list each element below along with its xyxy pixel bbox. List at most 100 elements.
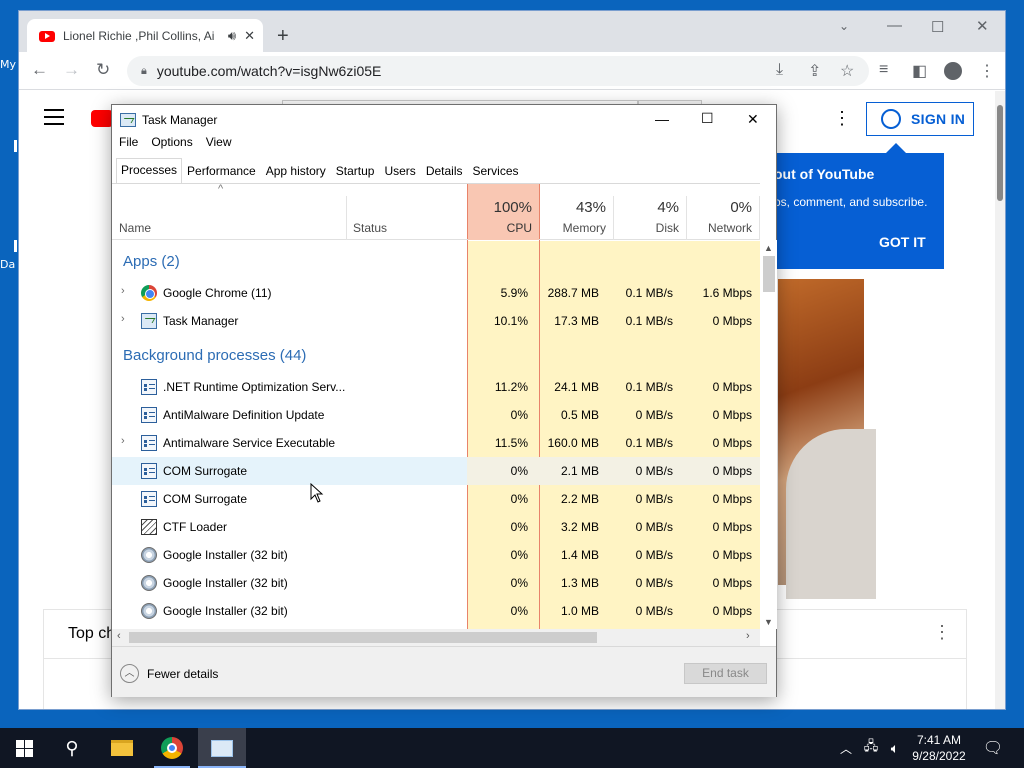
scroll-right-icon[interactable]: › xyxy=(746,630,750,642)
top-chat-label[interactable]: Top ch xyxy=(68,625,115,643)
maximize-icon[interactable]: ☐ xyxy=(931,18,944,36)
settings-more-icon[interactable]: ⋮ xyxy=(833,108,851,129)
scrollbar-thumb[interactable] xyxy=(129,632,597,643)
network-column-header[interactable]: 0% Network xyxy=(686,184,759,240)
tab-details[interactable]: Details xyxy=(421,158,468,183)
network-icon[interactable]: 🖧︎ xyxy=(860,728,882,768)
minimize-icon[interactable]: — xyxy=(887,17,902,34)
tab-users[interactable]: Users xyxy=(379,158,420,183)
new-tab-icon[interactable]: + xyxy=(277,25,289,48)
minimize-icon[interactable]: — xyxy=(655,111,669,127)
name-column-header[interactable]: ^ Name xyxy=(112,184,346,240)
menu-bar: File Options View xyxy=(112,135,245,155)
menu-file[interactable]: File xyxy=(119,135,138,155)
chrome-taskbar-icon[interactable] xyxy=(148,728,196,768)
end-task-button[interactable]: End task xyxy=(684,663,767,684)
close-icon[interactable]: ✕ xyxy=(747,111,759,128)
tab-startup[interactable]: Startup xyxy=(331,158,380,183)
horizontal-scrollbar[interactable]: ‹ › xyxy=(112,629,760,646)
expand-chevron-icon[interactable]: › xyxy=(121,435,125,447)
speaker-icon[interactable]: 🔊︎ xyxy=(228,28,236,44)
fewer-details-button[interactable]: ︿ Fewer details xyxy=(120,664,218,683)
forward-icon[interactable]: → xyxy=(63,61,80,79)
disk-value: 0 MB/s xyxy=(635,492,673,506)
desktop-icon-label[interactable]: My xyxy=(0,58,16,71)
sign-in-button[interactable]: SIGN IN xyxy=(866,102,974,136)
scrollbar-thumb[interactable] xyxy=(763,256,775,292)
task-manager-window: Task Manager — ☐ ✕ File Options View Pro… xyxy=(111,104,777,697)
vertical-scrollbar[interactable]: ▲ ▼ xyxy=(760,240,777,629)
youtube-scrollbar[interactable] xyxy=(995,91,1005,709)
share-icon[interactable]: ⇪ xyxy=(808,61,821,81)
table-row[interactable]: Google Installer (32 bit) 0% 1.4 MB 0 MB… xyxy=(112,541,760,569)
network-percent: 0% xyxy=(730,199,752,216)
tab-search-icon[interactable]: ⌄ xyxy=(839,19,849,33)
install-icon[interactable]: ⤓ xyxy=(776,61,783,79)
side-panel-icon[interactable]: ◧ xyxy=(912,61,927,81)
process-name: Google Installer (32 bit) xyxy=(163,604,288,618)
expand-chevron-icon[interactable]: › xyxy=(121,285,125,297)
memory-column-header[interactable]: 43% Memory xyxy=(540,184,613,240)
status-column-header[interactable]: Status xyxy=(347,184,467,240)
memory-value: 288.7 MB xyxy=(547,286,599,300)
cpu-value: 11.5% xyxy=(494,436,528,450)
file-explorer-icon[interactable] xyxy=(98,728,146,768)
cpu-column-header[interactable]: 100% CPU xyxy=(468,184,539,240)
bookmark-star-icon[interactable]: ☆ xyxy=(840,61,854,81)
show-hidden-icons-icon[interactable]: ︿ xyxy=(836,728,856,768)
service-icon xyxy=(141,463,157,479)
desktop-icon-label[interactable]: Da xyxy=(0,258,15,271)
chat-more-icon[interactable]: ⋮ xyxy=(933,622,951,643)
scroll-up-icon[interactable]: ▲ xyxy=(764,243,773,253)
table-row[interactable]: .NET Runtime Optimization Serv... 11.2% … xyxy=(112,373,760,401)
chrome-menu-icon[interactable]: ⋮ xyxy=(979,61,995,81)
table-row[interactable]: › Antimalware Service Executable 11.5% 1… xyxy=(112,429,760,457)
back-icon[interactable]: ← xyxy=(31,61,48,79)
profile-avatar[interactable] xyxy=(944,62,962,80)
tab-processes[interactable]: Processes xyxy=(116,158,183,183)
task-manager-taskbar-icon[interactable] xyxy=(198,728,246,768)
menu-options[interactable]: Options xyxy=(151,135,192,155)
table-row[interactable]: COM Surrogate 0% 2.2 MB 0 MB/s 0 Mbps xyxy=(112,485,760,513)
address-bar[interactable]: 🔒︎ youtube.com/watch?v=isgNw6zi05E xyxy=(127,56,869,86)
task-manager-titlebar[interactable]: Task Manager xyxy=(112,105,776,135)
close-window-icon[interactable]: ✕ xyxy=(976,17,989,35)
scroll-down-icon[interactable]: ▼ xyxy=(764,617,773,627)
hamburger-menu-icon[interactable] xyxy=(44,109,64,125)
reload-icon[interactable]: ↻ xyxy=(96,61,110,79)
menu-view[interactable]: View xyxy=(206,135,232,155)
browser-tab[interactable]: Lionel Richie ,Phil Collins, Ai 🔊︎ ✕ xyxy=(27,19,263,53)
got-it-button[interactable]: GOT IT xyxy=(879,234,926,250)
table-row[interactable]: › Google Chrome (11) 5.9% 288.7 MB 0.1 M… xyxy=(112,279,760,307)
disk-percent: 4% xyxy=(657,199,679,216)
volume-icon[interactable]: 🔈︎ xyxy=(884,728,906,768)
table-row[interactable]: › Task Manager 10.1% 17.3 MB 0.1 MB/s 0 … xyxy=(112,307,760,335)
table-row[interactable]: CTF Loader 0% 3.2 MB 0 MB/s 0 Mbps xyxy=(112,513,760,541)
disk-value: 0.1 MB/s xyxy=(625,436,673,450)
table-row[interactable]: AntiMalware Definition Update 0% 0.5 MB … xyxy=(112,401,760,429)
scrollbar-thumb[interactable] xyxy=(997,105,1003,201)
table-row[interactable]: Google Installer (32 bit) 0% 1.0 MB 0 MB… xyxy=(112,597,760,625)
scroll-left-icon[interactable]: ‹ xyxy=(117,630,121,642)
video-thumbnail[interactable] xyxy=(778,279,876,599)
table-row[interactable]: Google Installer (32 bit) 0% 1.3 MB 0 MB… xyxy=(112,569,760,597)
media-queue-icon[interactable]: ≡ xyxy=(879,61,888,79)
start-button[interactable] xyxy=(0,728,48,768)
search-icon[interactable]: ⚲ xyxy=(48,728,96,768)
table-row[interactable]: COM Surrogate 0% 2.1 MB 0 MB/s 0 Mbps xyxy=(112,457,760,485)
network-value: 0 Mbps xyxy=(712,492,752,506)
clock[interactable]: 7:41 AM 9/28/2022 xyxy=(906,728,972,768)
tab-performance[interactable]: Performance xyxy=(182,158,261,183)
task-manager-footer: ︿ Fewer details End task xyxy=(112,646,776,697)
youtube-logo-icon[interactable] xyxy=(91,110,113,127)
maximize-icon[interactable]: ☐ xyxy=(701,110,714,127)
chevron-up-icon: ︿ xyxy=(120,664,139,683)
apps-group-header: Apps (2) xyxy=(123,253,180,270)
notification-icon[interactable]: 🗨︎ xyxy=(978,728,1008,768)
tab-app-history[interactable]: App history xyxy=(261,158,331,183)
close-tab-icon[interactable]: ✕ xyxy=(244,28,255,44)
tab-services[interactable]: Services xyxy=(468,158,524,183)
lock-icon[interactable]: 🔒︎ xyxy=(141,65,147,78)
disk-column-header[interactable]: 4% Disk xyxy=(613,184,686,240)
expand-chevron-icon[interactable]: › xyxy=(121,313,125,325)
